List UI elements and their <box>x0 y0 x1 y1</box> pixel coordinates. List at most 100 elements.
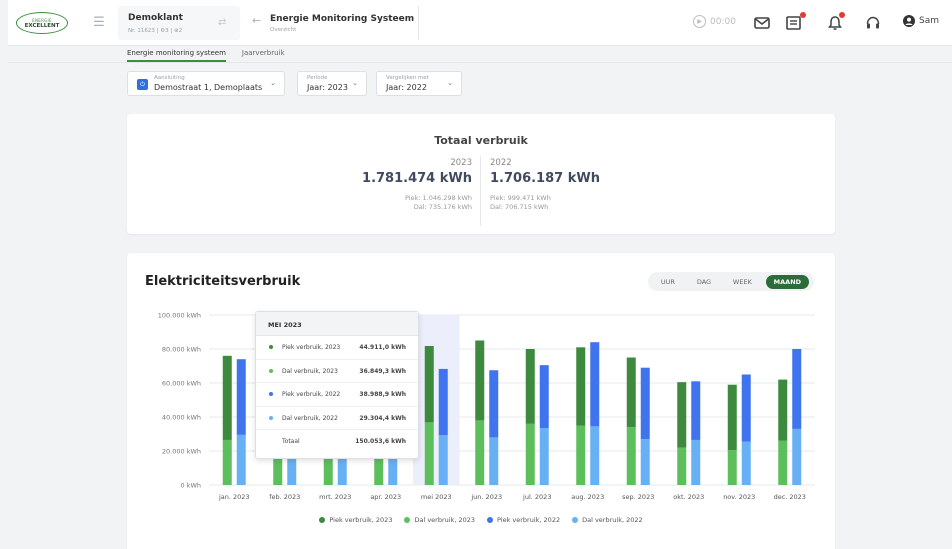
periode-value: Jaar: 2023 <box>307 83 348 92</box>
tab-jaarverbruik[interactable]: Jaarverbruik <box>242 46 285 62</box>
bar-segment <box>590 342 600 427</box>
bar-segment <box>525 349 535 424</box>
bar-segment <box>691 381 701 440</box>
current-piek: Piek: 1.046.298 kWh <box>404 194 472 202</box>
play-icon[interactable]: ▶ <box>693 15 706 28</box>
tooltip-dot <box>269 368 273 373</box>
client-name: Demoklant <box>128 13 183 23</box>
logo-bottom-text: EXCELLENT <box>24 22 60 29</box>
bar-segment <box>489 437 499 485</box>
bar-segment <box>222 355 232 440</box>
bar-segment <box>438 368 448 436</box>
tooltip-row: Dal verbruik, 2023 36.849,3 kWh <box>256 360 418 383</box>
bar-segment <box>727 450 737 485</box>
x-tick-label: jan. 2023 <box>218 493 250 501</box>
bar-segment <box>590 426 600 485</box>
bar-segment <box>424 346 434 423</box>
vergelijken-value: Jaar: 2022 <box>386 83 427 92</box>
bar-segment <box>236 359 246 435</box>
tooltip-row-value: 44.911,0 kWh <box>359 344 406 351</box>
timer[interactable]: ▶ 00:00 <box>693 15 736 28</box>
x-tick-label: apr. 2023 <box>370 493 401 501</box>
tooltip-row-name: Piek verbruik, 2022 <box>282 391 341 398</box>
x-tick-label: feb. 2023 <box>269 493 300 501</box>
bar-segment <box>778 440 788 485</box>
legend-item[interactable]: Piek verbruik, 2022 <box>487 516 560 524</box>
bar-segment <box>438 435 448 485</box>
switch-icon[interactable]: ⇄ <box>218 17 226 28</box>
y-tick-label: 40.000 kWh <box>162 414 201 422</box>
bar-segment <box>792 349 802 429</box>
bar-segment <box>489 370 499 438</box>
x-tick-label: sep. 2023 <box>622 493 654 501</box>
bar-segment <box>539 428 549 485</box>
client-selector[interactable]: Demoklant Nr. 11623 | ⚙3 | ⊕2 ⇄ <box>118 6 240 40</box>
current-total: 1.781.474 kWh <box>362 171 472 186</box>
tooltip-row-value: 29.304,4 kWh <box>359 414 406 422</box>
x-tick-label: aug. 2023 <box>571 493 604 501</box>
menu-icon[interactable]: ☰ <box>88 14 110 32</box>
tooltip-row: Piek verbruik, 2023 44.911,0 kWh <box>256 336 418 360</box>
headset-icon[interactable] <box>864 14 882 32</box>
current-year: 2023 <box>450 158 472 168</box>
elektriciteit-card: Elektriciteitsverbruik UUR DAG WEEK MAAN… <box>127 253 835 549</box>
legend-item[interactable]: Dal verbruik, 2022 <box>572 516 643 524</box>
bar-segment <box>539 365 549 429</box>
user-menu[interactable]: Sam <box>903 15 939 27</box>
avatar-icon <box>903 15 915 27</box>
user-name: Sam <box>919 16 939 26</box>
tooltip-row-name: Totaal <box>282 438 300 445</box>
bar-segment <box>677 447 687 485</box>
chevron-down-icon: ⌄ <box>270 79 276 87</box>
tooltip-row-value: 150.053,6 kWh <box>355 438 406 445</box>
periode-select[interactable]: Periode Jaar: 2023 ⌄ <box>297 71 367 96</box>
chart-tooltip: MEI 2023 Piek verbruik, 2023 44.911,0 kW… <box>255 311 419 459</box>
news-notification-dot <box>800 12 806 18</box>
header-divider <box>418 6 419 40</box>
back-arrow-icon[interactable]: ← <box>252 14 261 27</box>
bar-segment <box>525 423 535 485</box>
highlight-band <box>413 315 460 485</box>
tooltip-total-row: Totaal 150.053,6 kWh <box>256 430 418 454</box>
totaal-current: 2023 1.781.474 kWh Piek: 1.046.298 kWh D… <box>362 158 472 212</box>
y-tick-label: 60.000 kWh <box>162 380 201 388</box>
x-tick-label: dec. 2023 <box>774 493 806 501</box>
client-sub: Nr. 11623 | ⚙3 | ⊕2 <box>128 28 183 34</box>
bar-segment <box>778 379 788 441</box>
bar-segment <box>424 422 434 485</box>
periode-label: Periode <box>307 75 328 81</box>
totals-divider <box>480 156 481 226</box>
chart-legend: Piek verbruik, 2023 Dal verbruik, 2023 P… <box>127 516 835 524</box>
legend-label: Dal verbruik, 2023 <box>414 516 475 524</box>
page-title: Energie Monitoring Systeem <box>270 14 415 24</box>
bar-chart[interactable]: 0 kWh 20.000 kWh 40.000 kWh 60.000 kWh 80.00… <box>127 253 835 513</box>
bar-segment <box>677 382 687 448</box>
aansluiting-select[interactable]: ⏻ Aansluiting Demostraat 1, Demoplaats ⌄ <box>127 71 285 96</box>
x-tick-label: mei 2023 <box>421 493 452 501</box>
chevron-down-icon: ⌄ <box>352 79 358 87</box>
bar-segment <box>626 357 636 428</box>
bar-segment <box>236 434 246 485</box>
tooltip-row-value: 36.849,3 kWh <box>359 367 406 375</box>
vergelijken-select[interactable]: Vergelijken met Jaar: 2022 ⌄ <box>376 71 462 96</box>
x-tick-label: okt. 2023 <box>673 493 704 501</box>
legend-dot <box>319 517 326 523</box>
logo[interactable]: ENERGIE EXCELLENT <box>16 12 68 34</box>
mail-icon[interactable] <box>753 14 771 32</box>
tooltip-dot <box>269 345 273 349</box>
top-bar: ENERGIE EXCELLENT ☰ Demoklant Nr. 11623 … <box>8 0 952 46</box>
bar-segment <box>640 367 650 440</box>
tooltip-title: MEI 2023 <box>256 312 418 336</box>
legend-item[interactable]: Dal verbruik, 2023 <box>404 516 475 524</box>
vergelijken-label: Vergelijken met <box>386 75 429 81</box>
legend-item[interactable]: Piek verbruik, 2023 <box>319 516 392 524</box>
legend-label: Dal verbruik, 2022 <box>582 516 643 524</box>
tooltip-row-name: Dal verbruik, 2022 <box>282 414 338 422</box>
compare-total: 1.706.187 kWh <box>490 171 600 186</box>
totaal-verbruik-card: Totaal verbruik 2023 1.781.474 kWh Piek:… <box>127 114 835 234</box>
app-frame: ENERGIE EXCELLENT ☰ Demoklant Nr. 11623 … <box>8 0 952 549</box>
tab-bar: Energie monitoring systeem Jaarverbruik <box>127 46 285 62</box>
bar-segment <box>691 439 701 485</box>
aansluiting-value: Demostraat 1, Demoplaats <box>154 83 263 92</box>
tab-energie-monitoring[interactable]: Energie monitoring systeem <box>127 46 226 62</box>
